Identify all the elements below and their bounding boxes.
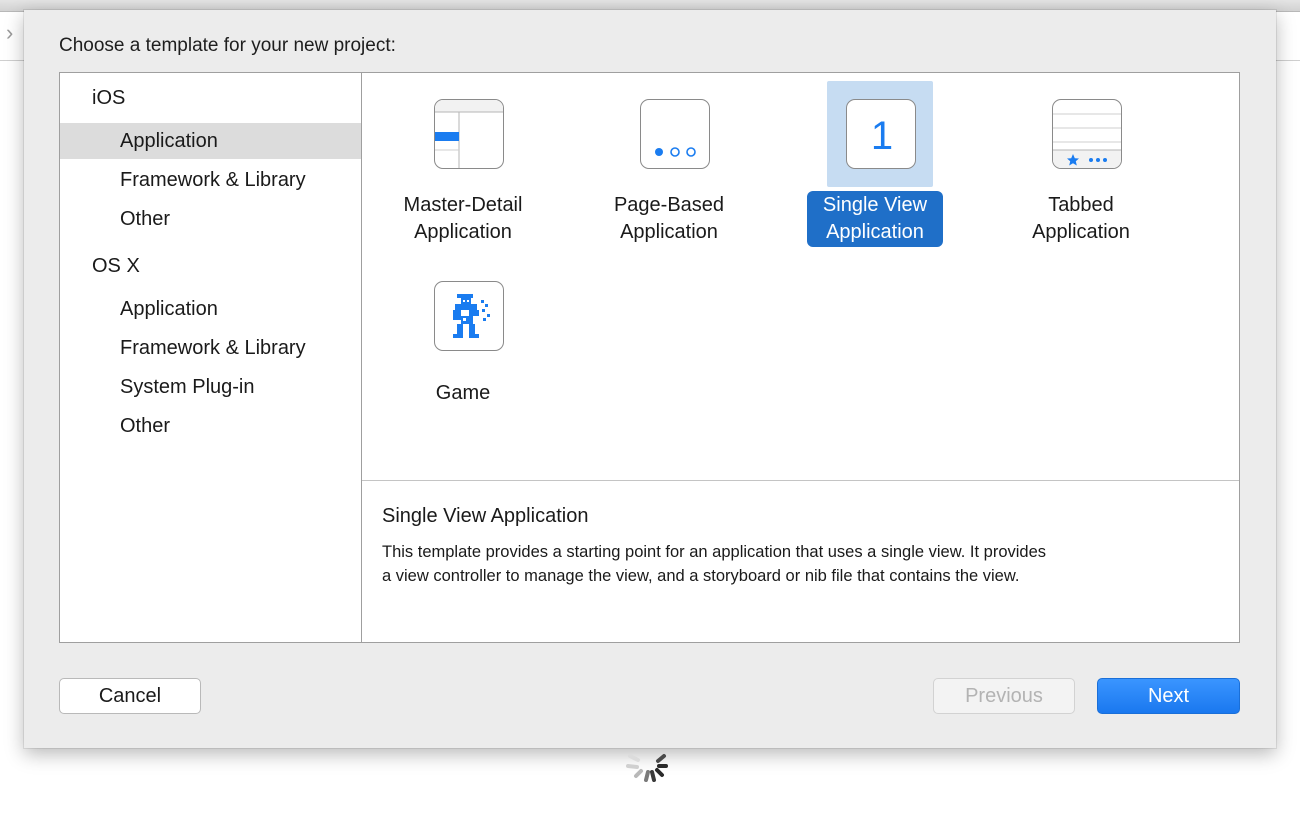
loading-spinner-icon [626, 754, 668, 782]
sidebar-item-osx-framework-library[interactable]: Framework & Library [60, 330, 361, 366]
new-project-sheet: Choose a template for your new project: … [24, 10, 1276, 748]
template-label: Page-Based Application [613, 194, 725, 243]
game-icon [434, 281, 504, 351]
sidebar-item-osx-application[interactable]: Application [60, 291, 361, 327]
description-title: Single View Application [382, 505, 589, 527]
sheet-prompt: Choose a template for your new project: [59, 35, 396, 56]
template-label: Tabbed Application [1032, 194, 1130, 243]
tabbed-icon [1052, 99, 1122, 169]
template-game[interactable]: Game [368, 255, 558, 435]
template-label: Game [435, 382, 491, 404]
svg-text:1: 1 [871, 114, 893, 158]
template-single-view[interactable]: 1 Single View Application [780, 73, 970, 253]
description-body: This template provides a starting point … [382, 543, 1047, 585]
master-detail-icon [434, 99, 504, 169]
sidebar-item-osx-system-plugin[interactable]: System Plug-in [60, 369, 361, 405]
single-view-icon: 1 [846, 99, 916, 169]
previous-button[interactable]: Previous [933, 678, 1075, 714]
template-chooser: iOS Application Framework & Library Othe… [59, 72, 1240, 643]
sidebar-item-ios-framework-library[interactable]: Framework & Library [60, 162, 361, 198]
template-page-based[interactable]: Page-Based Application [574, 73, 764, 253]
sidebar-item-osx-other[interactable]: Other [60, 408, 361, 444]
page-based-icon [640, 99, 710, 169]
template-master-detail[interactable]: Master-Detail Application [368, 73, 558, 253]
sidebar-header-ios: iOS [92, 87, 126, 109]
platform-sidebar: iOS Application Framework & Library Othe… [60, 73, 362, 642]
template-tabbed[interactable]: Tabbed Application [986, 73, 1176, 253]
template-description: Single View Application This template pr… [362, 481, 1239, 642]
template-grid: Master-Detail Application Page-Based Appli… [362, 73, 1239, 481]
sidebar-item-ios-other[interactable]: Other [60, 201, 361, 237]
next-button[interactable]: Next [1097, 678, 1240, 714]
cancel-button[interactable]: Cancel [59, 678, 201, 714]
template-label: Master-Detail Application [403, 194, 523, 243]
sidebar-header-osx: OS X [92, 255, 140, 277]
template-label: Single View Application [780, 191, 970, 247]
sidebar-item-ios-application[interactable]: Application [60, 123, 361, 159]
chevron-right-icon: › [6, 20, 14, 45]
